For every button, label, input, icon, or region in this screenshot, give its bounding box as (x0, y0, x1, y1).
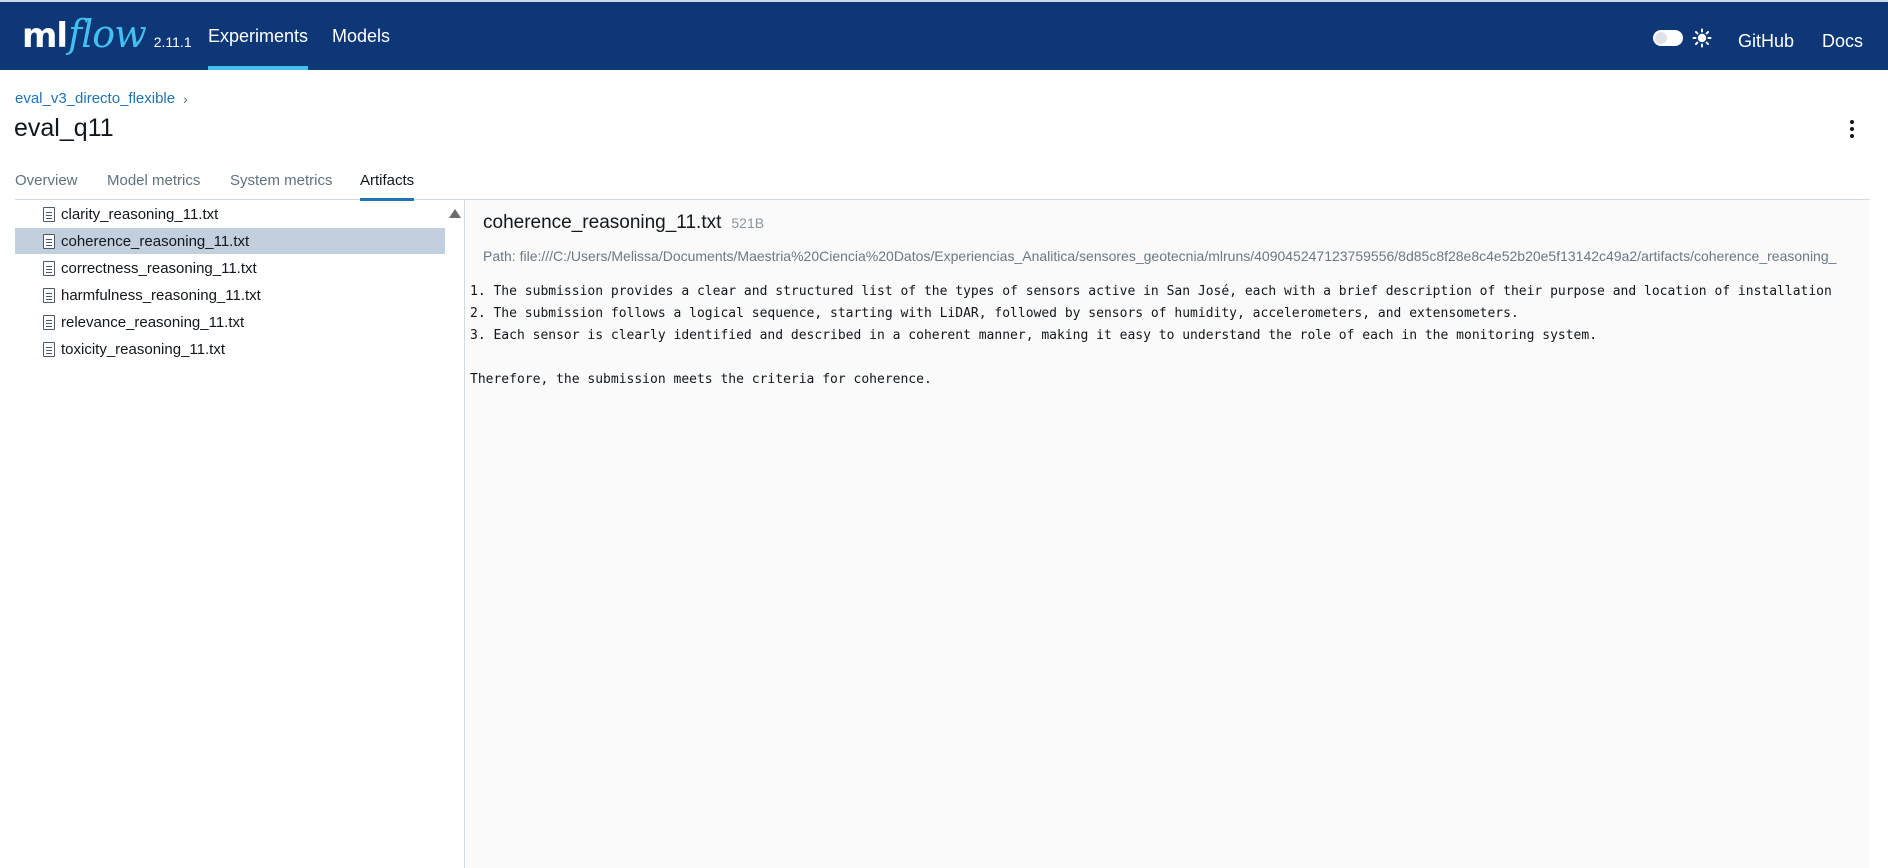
breadcrumb-experiment-link[interactable]: eval_v3_directo_flexible (15, 90, 175, 107)
file-tree-item-selected[interactable]: coherence_reasoning_11.txt (15, 228, 445, 254)
logo-ml-text: ml (22, 16, 68, 56)
run-tabs: Overview Model metrics System metrics Ar… (15, 172, 1870, 201)
file-name: clarity_reasoning_11.txt (61, 205, 219, 223)
nav-models[interactable]: Models (332, 2, 390, 70)
mlflow-logo[interactable]: ml flow 2.11.1 (22, 12, 192, 62)
nav-docs-link[interactable]: Docs (1822, 2, 1863, 70)
nav-experiments[interactable]: Experiments (208, 2, 309, 70)
breadcrumb: eval_v3_directo_flexible › (15, 90, 188, 107)
sun-icon (1692, 28, 1712, 48)
tab-artifacts[interactable]: Artifacts (360, 172, 415, 201)
file-name: coherence_reasoning_11.txt (61, 232, 250, 250)
preview-filename: coherence_reasoning_11.txt (483, 212, 722, 233)
chevron-right-icon: › (183, 90, 188, 107)
file-name: harmfulness_reasoning_11.txt (61, 286, 261, 304)
page-title: eval_q11 (14, 114, 114, 142)
file-name: correctness_reasoning_11.txt (61, 259, 257, 277)
top-nav-bar: ml flow 2.11.1 Experiments Models GitHub… (0, 0, 1888, 70)
dark-mode-toggle[interactable] (1653, 30, 1683, 46)
kebab-menu-icon[interactable] (1846, 118, 1858, 140)
file-tree-item[interactable]: harmfulness_reasoning_11.txt (15, 282, 445, 308)
nav-github-link[interactable]: GitHub (1738, 2, 1794, 70)
preview-path: Path: file:///C:/Users/Melissa/Documents… (483, 248, 1837, 264)
file-icon (43, 341, 55, 357)
file-tree-item[interactable]: correctness_reasoning_11.txt (15, 255, 445, 281)
file-tree-item[interactable]: relevance_reasoning_11.txt (15, 309, 445, 335)
file-name: relevance_reasoning_11.txt (61, 313, 245, 331)
artifact-file-tree: clarity_reasoning_11.txt coherence_reaso… (15, 200, 445, 868)
logo-flow-text: flow (68, 12, 147, 56)
scroll-up-arrow-icon[interactable] (449, 209, 461, 218)
file-icon (43, 260, 55, 276)
preview-file-size: 521B (731, 215, 765, 231)
file-icon (43, 233, 55, 249)
file-name: toxicity_reasoning_11.txt (61, 340, 225, 358)
file-tree-item[interactable]: clarity_reasoning_11.txt (15, 201, 445, 227)
preview-file-content[interactable]: 1. The submission provides a clear and s… (470, 281, 1870, 391)
file-tree-item[interactable]: toxicity_reasoning_11.txt (15, 336, 445, 362)
file-icon (43, 287, 55, 303)
tab-model-metrics[interactable]: Model metrics (107, 172, 200, 200)
version-label: 2.11.1 (153, 34, 192, 50)
file-icon (43, 206, 55, 222)
tab-system-metrics[interactable]: System metrics (230, 172, 333, 200)
preview-header: coherence_reasoning_11.txt 521B (483, 212, 764, 234)
file-icon (43, 314, 55, 330)
tab-overview[interactable]: Overview (15, 172, 78, 200)
